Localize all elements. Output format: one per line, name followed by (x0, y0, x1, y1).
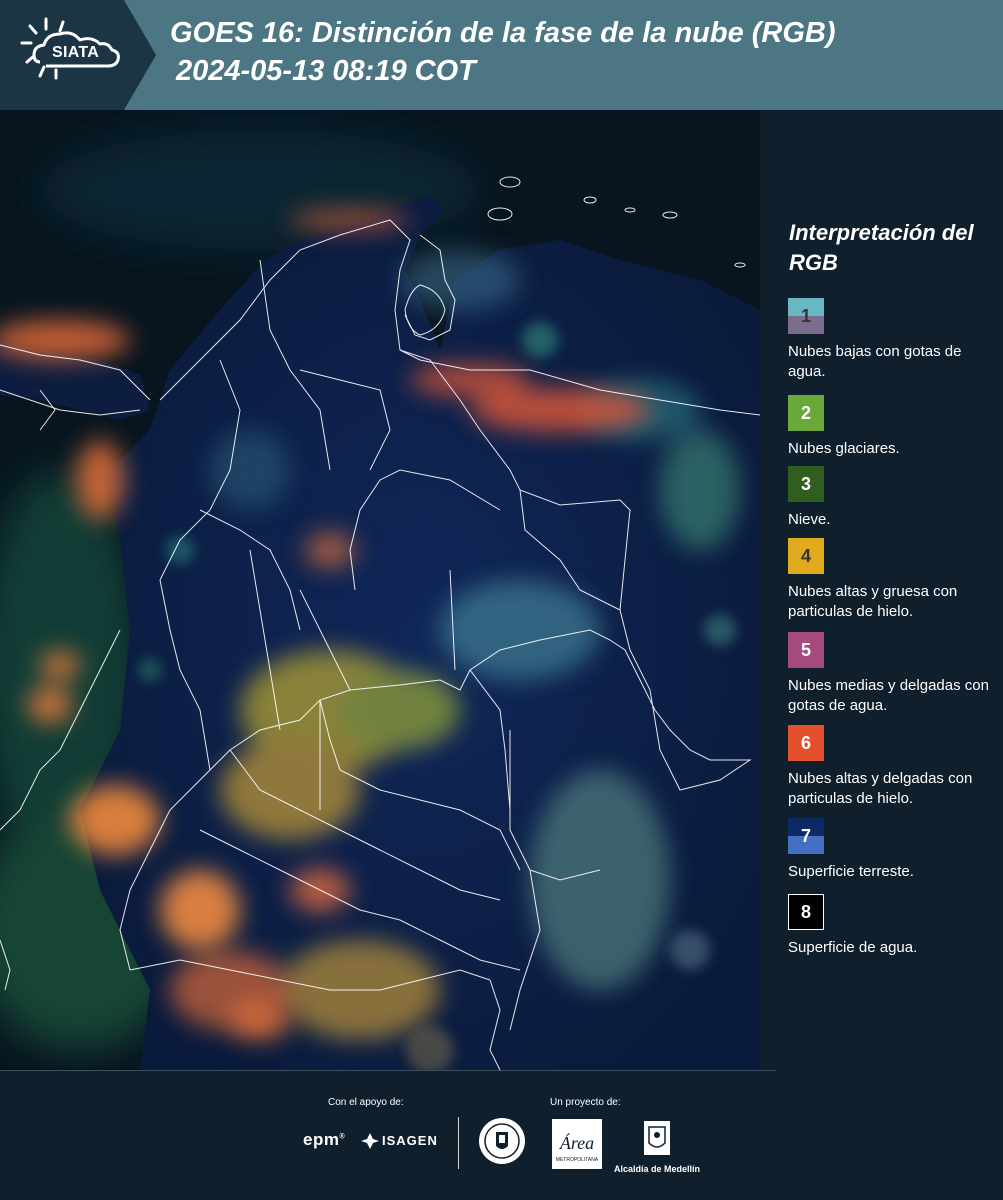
legend-label: Superficie de agua. (788, 939, 918, 956)
legend-item-3: 3 Nieve. (788, 466, 1000, 530)
page-title: GOES 16: Distinción de la fase de la nub… (170, 17, 836, 49)
epm-logo: epm® (303, 1130, 346, 1149)
government-seal-icon (479, 1118, 525, 1164)
legend-swatch-8: 8 (788, 894, 824, 930)
legend-number: 2 (800, 403, 811, 423)
legend-item-1: 1 Nubes bajas con gotas de agua. (788, 298, 1000, 382)
legend-number: 5 (800, 640, 811, 660)
logo-text: SIATA (52, 44, 100, 61)
satellite-map (0, 110, 760, 1070)
legend-item-2: 2 Nubes glaciares. (788, 395, 1000, 459)
legend-item-7: 7 Superficie terreste. (788, 818, 1000, 882)
legend-label: Nubes altas y delgadas con particulas de… (788, 770, 973, 807)
legend-number: 4 (800, 546, 811, 566)
legend-swatch-2: 2 (788, 395, 824, 431)
rgb-composite-image (0, 110, 760, 1070)
footer: Con el apoyo de: Un proyecto de: epm® IS… (0, 1070, 1003, 1200)
area-logo-word: Área (559, 1132, 594, 1153)
legend-label: Nubes bajas con gotas de agua. (788, 343, 962, 380)
project-label: Un proyecto de: (550, 1097, 621, 1108)
support-label: Con el apoyo de: (328, 1097, 404, 1108)
legend-number: 8 (800, 902, 811, 922)
legend-label: Nubes glaciares. (788, 440, 900, 457)
alcaldia-label: Alcaldía de Medellín (613, 1164, 701, 1174)
epm-logo-text: epm (303, 1130, 340, 1149)
legend-title: Interpretación del RGB (789, 220, 974, 275)
title-block: GOES 16: Distinción de la fase de la nub… (170, 14, 836, 90)
legend-swatch-5: 5 (788, 632, 824, 668)
legend-number: 7 (800, 826, 811, 846)
area-logo-sub: METROPOLITANA (556, 1157, 599, 1163)
legend-swatch-7: 7 (788, 818, 824, 854)
legend-label: Nubes medias y delgadas con gotas de agu… (788, 677, 989, 714)
legend-panel: Interpretación del RGB 1 Nubes bajas con… (760, 110, 1003, 1070)
legend-number: 1 (800, 306, 811, 326)
footer-divider (458, 1117, 459, 1169)
legend-label: Superficie terreste. (788, 863, 914, 880)
legend-item-5: 5 Nubes medias y delgadas con gotas de a… (788, 632, 1000, 716)
legend-number: 6 (800, 733, 811, 753)
legend-number: 3 (800, 474, 811, 494)
footer-divider-line (0, 1070, 776, 1071)
legend-label: Nubes altas y gruesa con particulas de h… (788, 583, 958, 620)
isagen-logo: ISAGEN (382, 1133, 438, 1148)
legend-swatch-6: 6 (788, 725, 824, 761)
coat-of-arms-icon (644, 1121, 670, 1155)
legend-swatch-1: 1 (788, 298, 824, 334)
legend-label: Nieve. (788, 511, 831, 528)
legend-item-4: 4 Nubes altas y gruesa con particulas de… (788, 538, 1000, 622)
legend-swatch-3: 3 (788, 466, 824, 502)
isagen-icon (361, 1133, 379, 1149)
alcaldia-logo: Alcaldía de Medellín (612, 1119, 702, 1174)
area-metropolitana-logo: Área METROPOLITANA (552, 1119, 602, 1169)
siata-logo: SIATA (0, 0, 156, 110)
legend-item-8: 8 Superficie de agua. (788, 894, 1000, 958)
legend-swatch-4: 4 (788, 538, 824, 574)
legend-item-6: 6 Nubes altas y delgadas con particulas … (788, 725, 1000, 809)
page-timestamp: 2024-05-13 08:19 COT (176, 55, 476, 87)
header-bar: SIATA GOES 16: Distinción de la fase de … (0, 0, 1003, 110)
